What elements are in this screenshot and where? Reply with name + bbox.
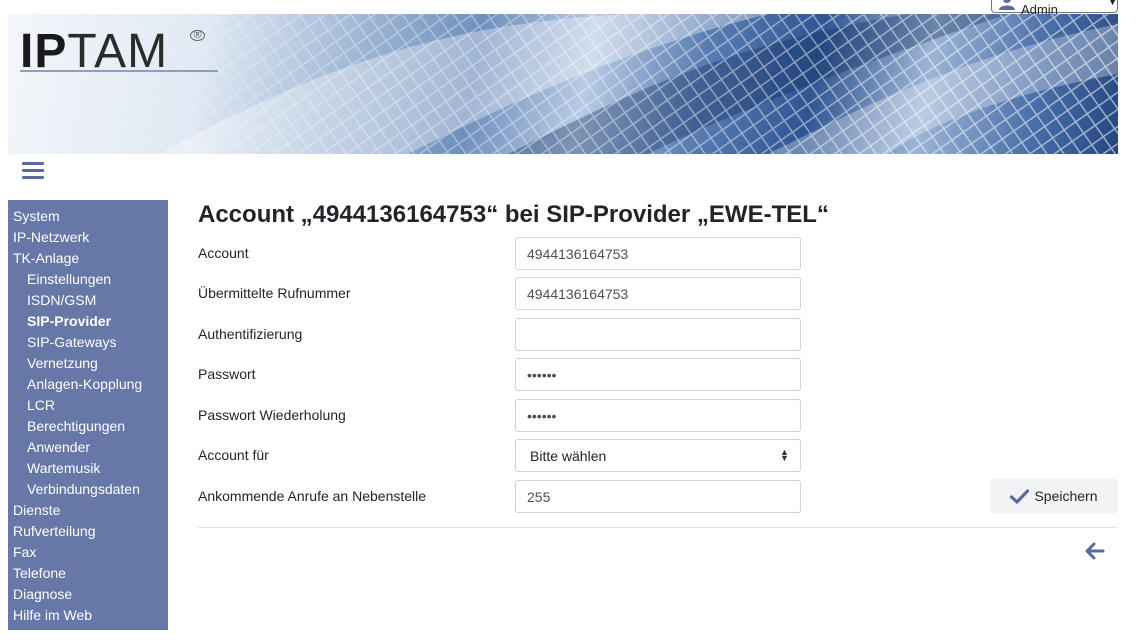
sidebar-item-verbindungsdaten[interactable]: Verbindungsdaten xyxy=(8,479,168,500)
hamburger-menu-icon[interactable] xyxy=(22,162,44,180)
page-title: Account „4944136164753“ bei SIP-Provider… xyxy=(198,201,829,228)
sidebar-item-berechtigungen[interactable]: Berechtigungen xyxy=(8,416,168,437)
account-input[interactable] xyxy=(515,237,801,270)
form-row-account-fuer: Account für Bitte wählen ▲ ▼ xyxy=(198,439,801,472)
logo-registered-mark: ® xyxy=(190,30,205,41)
form-row-rufnummer: Übermittelte Rufnummer xyxy=(198,277,801,310)
rufnummer-label: Übermittelte Rufnummer xyxy=(198,285,351,301)
user-menu-dropdown[interactable]: Default Admin ▼ xyxy=(991,0,1118,17)
rufnummer-input[interactable] xyxy=(515,277,801,310)
passwort-label: Passwort xyxy=(198,366,256,382)
header-banner: IPTAM ® xyxy=(8,14,1118,154)
chevron-down-icon: ▼ xyxy=(1108,0,1117,7)
sidebar-nav: System IP-Netzwerk TK-Anlage Einstellungen I… xyxy=(8,200,168,630)
sidebar-item-diagnose[interactable]: Diagnose xyxy=(8,584,168,605)
sidebar-item-sip-provider[interactable]: SIP-Provider xyxy=(8,311,168,332)
sidebar-item-wartemusik[interactable]: Wartemusik xyxy=(8,458,168,479)
sidebar-item-system[interactable]: System xyxy=(8,206,168,227)
form-row-account: Account xyxy=(198,237,801,270)
sidebar-item-einstellungen[interactable]: Einstellungen xyxy=(8,269,168,290)
account-label: Account xyxy=(198,245,249,261)
auth-input[interactable] xyxy=(515,318,801,351)
sidebar-item-telefone[interactable]: Telefone xyxy=(8,563,168,584)
sidebar-item-fax[interactable]: Fax xyxy=(8,542,168,563)
passwort-input[interactable] xyxy=(515,358,801,391)
sidebar-item-anwender[interactable]: Anwender xyxy=(8,437,168,458)
form-row-nebenstelle: Ankommende Anrufe an Nebenstelle xyxy=(198,480,801,513)
banner-background-graphic xyxy=(8,14,1118,154)
sidebar-item-hilfe-im-web[interactable]: Hilfe im Web xyxy=(8,605,168,626)
user-icon xyxy=(998,0,1016,10)
sidebar-item-rufverteilung[interactable]: Rufverteilung xyxy=(8,521,168,542)
form-row-auth: Authentifizierung xyxy=(198,318,801,351)
iptam-logo: IPTAM xyxy=(20,25,169,78)
nebenstelle-label: Ankommende Anrufe an Nebenstelle xyxy=(198,488,427,504)
sidebar-item-dienste[interactable]: Dienste xyxy=(8,500,168,521)
form-row-passwort-wdh: Passwort Wiederholung xyxy=(198,399,801,432)
account-fuer-select[interactable]: Bitte wählen xyxy=(515,439,801,472)
user-name: Default Admin xyxy=(1021,0,1062,17)
sidebar-item-lcr[interactable]: LCR xyxy=(8,395,168,416)
sidebar-item-isdn-gsm[interactable]: ISDN/GSM xyxy=(8,290,168,311)
form-divider xyxy=(198,527,1118,528)
sidebar-item-anlagen-kopplung[interactable]: Anlagen-Kopplung xyxy=(8,374,168,395)
nebenstelle-input[interactable] xyxy=(515,480,801,513)
checkmark-icon xyxy=(1010,488,1030,504)
auth-label: Authentifizierung xyxy=(198,326,303,342)
account-fuer-label: Account für xyxy=(198,447,269,463)
logo-underline xyxy=(20,70,218,72)
arrow-left-icon[interactable] xyxy=(1084,541,1106,561)
sidebar-item-vernetzung[interactable]: Vernetzung xyxy=(8,353,168,374)
save-button-label: Speichern xyxy=(1034,488,1098,504)
passwort-wdh-input[interactable] xyxy=(515,399,801,432)
save-button[interactable]: Speichern xyxy=(990,479,1118,513)
form-row-passwort: Passwort xyxy=(198,358,801,391)
passwort-wdh-label: Passwort Wiederholung xyxy=(198,407,346,423)
sidebar-item-sip-gateways[interactable]: SIP-Gateways xyxy=(8,332,168,353)
sidebar-item-tk-anlage[interactable]: TK-Anlage xyxy=(8,248,168,269)
sidebar-item-ip-netzwerk[interactable]: IP-Netzwerk xyxy=(8,227,168,248)
